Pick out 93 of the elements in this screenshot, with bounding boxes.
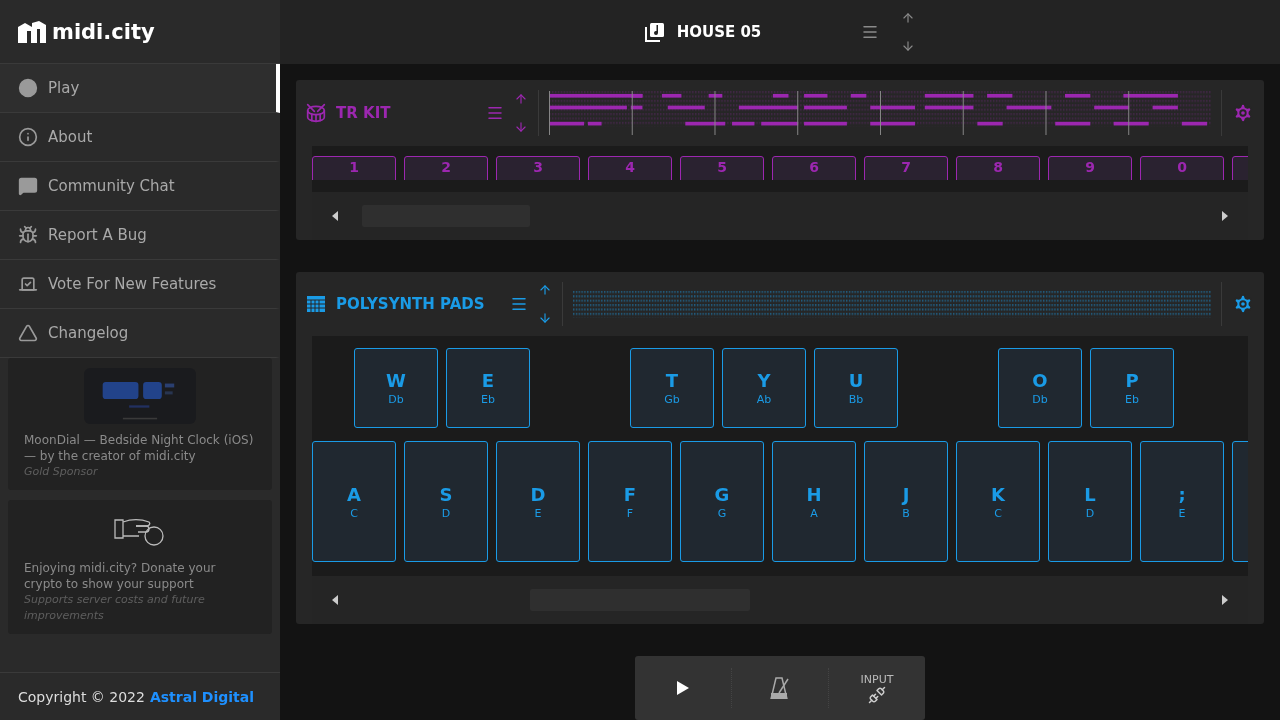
key-letter: H <box>806 483 822 505</box>
triangle-icon <box>18 323 38 343</box>
sponsor-text: MoonDial — Bedside Night Clock (iOS) — by the creator of midi.city <box>24 432 255 464</box>
donate-note: Supports server costs and future improvements <box>24 592 206 624</box>
note-label: C <box>350 506 358 520</box>
key-letter: Y <box>757 370 771 391</box>
key-letter: O <box>1032 370 1048 391</box>
key-letter: U <box>848 370 864 391</box>
piano-key[interactable]: P Eb <box>1090 348 1174 428</box>
piano-key[interactable]: E Eb <box>446 348 530 428</box>
move-up-icon[interactable] <box>514 92 528 106</box>
key-letter: G <box>714 483 730 505</box>
menu-icon[interactable] <box>510 295 528 313</box>
note-label: Eb <box>481 393 495 406</box>
piano-key[interactable]: G G <box>680 441 764 562</box>
piano-key[interactable]: O Db <box>998 348 1082 428</box>
menu-icon[interactable] <box>486 104 504 122</box>
note-label: Gb <box>664 393 680 406</box>
scroll-left-icon[interactable] <box>332 595 338 605</box>
piano-key[interactable]: Y Ab <box>722 348 806 428</box>
piano-key[interactable]: W Db <box>354 348 438 428</box>
input-label: INPUT <box>860 672 894 686</box>
scroll-left-icon[interactable] <box>332 211 338 221</box>
menu-icon[interactable] <box>861 23 880 41</box>
project-title: HOUSE 05 <box>676 23 762 41</box>
piano-key[interactable]: K C <box>956 441 1040 562</box>
play-icon[interactable] <box>677 681 689 695</box>
note-label: A <box>810 506 818 520</box>
note-label: E <box>1178 506 1186 520</box>
move-up-icon[interactable] <box>901 11 916 25</box>
key-letter: T <box>665 370 679 391</box>
settings-icon[interactable] <box>1232 102 1254 124</box>
metronome-icon[interactable] <box>770 677 790 699</box>
note-label: D <box>441 506 451 520</box>
unplug-icon[interactable] <box>868 685 886 704</box>
menu-item[interactable]: Play <box>0 64 280 113</box>
note-label: G <box>717 506 727 520</box>
piano-key[interactable]: L D <box>1048 441 1132 562</box>
logo-icon <box>18 20 46 43</box>
note-label: F <box>626 506 634 520</box>
menu-item[interactable]: About <box>0 113 280 162</box>
piano-key[interactable]: A C <box>312 441 396 562</box>
note-label: B <box>902 506 910 520</box>
note-label: C <box>994 506 1002 520</box>
ballot-box-icon <box>18 274 38 294</box>
note-label: Bb <box>848 393 864 406</box>
company-link[interactable]: Astral Digital <box>149 688 254 705</box>
move-up-icon[interactable] <box>538 283 552 297</box>
key-letter: J <box>902 483 910 505</box>
circle-icon <box>18 78 38 98</box>
key-letter: W <box>386 370 406 391</box>
key-letter: P <box>1125 370 1139 391</box>
note-label: D <box>1085 506 1095 520</box>
chat-icon <box>18 176 38 196</box>
key-letter: S <box>439 483 453 505</box>
info-icon <box>18 127 38 147</box>
key-letter: ; <box>1178 483 1186 505</box>
bug-icon <box>18 225 38 245</box>
donate-text: Enjoying midi.city? Donate your crypto to show your support <box>24 560 217 592</box>
piano-key[interactable]: ; E <box>1140 441 1224 562</box>
menu-item[interactable]: Community Chat <box>0 162 280 211</box>
piano-key[interactable]: F F <box>588 441 672 562</box>
move-down-icon[interactable] <box>514 120 528 134</box>
key-letter: F <box>623 483 637 505</box>
scroll-right-icon[interactable] <box>1222 211 1228 221</box>
key-letter: A <box>347 483 361 505</box>
instrument-name: POLYSYNTH PADS <box>336 295 486 313</box>
piano-key[interactable]: D E <box>496 441 580 562</box>
piano-key[interactable]: T Gb <box>630 348 714 428</box>
note-label: E <box>534 506 542 520</box>
piano-key[interactable]: J B <box>864 441 948 562</box>
note-label: Ab <box>756 393 772 406</box>
sponsor-level-text: Gold Sponsor <box>24 464 99 480</box>
scroll-right-icon[interactable] <box>1222 595 1228 605</box>
settings-icon[interactable] <box>1232 293 1254 315</box>
hand-coin-icon <box>114 516 166 546</box>
key-letter: D <box>530 483 546 505</box>
menu-item[interactable]: Vote For New Features <box>0 260 280 309</box>
piano-key[interactable]: S D <box>404 441 488 562</box>
key-letter: L <box>1084 483 1096 505</box>
note-label: Db <box>388 393 404 406</box>
note-label: Db <box>1032 393 1048 406</box>
move-down-icon[interactable] <box>538 311 552 325</box>
menu-item[interactable]: Report A Bug <box>0 211 280 260</box>
key-letter: K <box>991 483 1005 505</box>
music-file-icon <box>644 22 665 42</box>
note-label: Eb <box>1125 393 1139 406</box>
instrument-name: TR KIT <box>336 104 392 122</box>
logo-text: midi.city <box>52 19 155 44</box>
key-letter: E <box>481 370 495 391</box>
piano-key[interactable]: U Bb <box>814 348 898 428</box>
piano-key[interactable]: H A <box>772 441 856 562</box>
copyright-text: Copyright © 2022 <box>18 688 145 705</box>
